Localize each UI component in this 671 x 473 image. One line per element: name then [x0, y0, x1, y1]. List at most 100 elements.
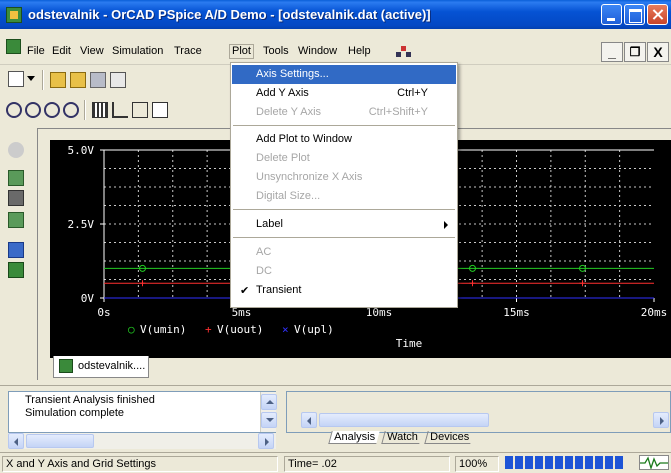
tab-devices[interactable]: Devices — [424, 431, 474, 444]
close-button[interactable] — [647, 4, 668, 25]
plot-window-icon[interactable] — [152, 102, 168, 118]
menu-dc[interactable]: DC — [232, 262, 456, 281]
menu-item-label: Delete Plot — [256, 152, 310, 164]
open-folder-icon[interactable] — [50, 72, 66, 88]
menu-delete-y-axis[interactable]: Delete Y Axis Ctrl+Shift+Y — [232, 103, 456, 122]
scroll-thumb[interactable] — [26, 434, 94, 448]
menu-simulation[interactable]: Simulation — [110, 45, 165, 58]
scroll-thumb[interactable] — [319, 413, 489, 427]
output-window[interactable]: Transient Analysis finished Simulation c… — [8, 391, 277, 433]
scroll-down-button[interactable] — [261, 412, 277, 428]
separator — [84, 100, 86, 120]
output-horizontal-scrollbar[interactable] — [8, 433, 276, 449]
progress-segment — [505, 456, 513, 469]
progress-segment — [545, 456, 553, 469]
menu-unsynchronize-x-axis[interactable]: Unsynchronize X Axis — [232, 168, 456, 187]
scroll-up-button[interactable] — [261, 394, 277, 410]
menu-axis-settings[interactable]: Axis Settings... — [232, 65, 456, 84]
zoom-fit-icon[interactable] — [63, 102, 79, 118]
progress-segment — [565, 456, 573, 469]
tab-watch[interactable]: Watch — [381, 431, 423, 444]
window-title: odstevalnik - OrCAD PSpice A/D Demo - [o… — [28, 7, 431, 22]
save-icon[interactable] — [90, 72, 106, 88]
pspice-window: odstevalnik - OrCAD PSpice A/D Demo - [o… — [0, 0, 671, 473]
menu-item-label: AC — [256, 246, 272, 258]
menu-plot[interactable]: Plot — [229, 44, 254, 59]
dropdown-arrow-icon[interactable] — [27, 76, 35, 82]
progress-segment — [605, 456, 613, 469]
separator — [42, 70, 44, 90]
menu-item-label: Unsynchronize X Axis — [256, 171, 363, 183]
mdi-minimize-button[interactable]: _ — [601, 42, 623, 62]
checkmark-icon: ✔ — [240, 285, 250, 297]
menu-separator — [233, 125, 455, 126]
print-icon[interactable] — [110, 72, 126, 88]
watch-window[interactable] — [286, 391, 671, 433]
menu-tools[interactable]: Tools — [261, 45, 291, 58]
menu-bar: File Edit View Simulation Trace Plot Too… — [0, 29, 671, 65]
progress-segment — [525, 456, 533, 469]
menu-item-label: Transient — [256, 284, 302, 296]
status-message: X and Y Axis and Grid Settings — [2, 456, 278, 472]
submenu-arrow-icon — [444, 221, 448, 229]
mdi-close-button[interactable]: X — [647, 42, 669, 62]
scroll-right-button[interactable] — [653, 412, 669, 428]
menu-item-label: Add Plot to Window — [256, 133, 352, 145]
trace-icon[interactable] — [8, 212, 24, 228]
menu-add-y-axis[interactable]: Add Y Axis Ctrl+Y — [232, 84, 456, 103]
menu-help[interactable]: Help — [346, 45, 373, 58]
output-vertical-scrollbar[interactable] — [260, 392, 277, 432]
menu-label[interactable]: Label — [232, 215, 456, 234]
document-icon[interactable] — [6, 39, 21, 54]
progress-segment — [615, 456, 623, 469]
open-folder-icon-2[interactable] — [70, 72, 86, 88]
zoom-area-icon[interactable] — [44, 102, 60, 118]
mdi-restore-button[interactable]: ❐ — [624, 42, 646, 62]
menu-transient[interactable]: ✔ Transient — [232, 281, 456, 300]
document-tab[interactable]: odstevalnik.... — [53, 356, 149, 378]
menu-item-shortcut: Ctrl+Y — [397, 87, 428, 99]
zoom-in-icon[interactable] — [6, 102, 22, 118]
title-bar[interactable]: odstevalnik - OrCAD PSpice A/D Demo - [o… — [0, 0, 671, 29]
menu-file[interactable]: File — [25, 45, 47, 58]
app-icon[interactable] — [6, 7, 22, 23]
menu-digital-size[interactable]: Digital Size... — [232, 187, 456, 206]
cursor-icon[interactable] — [8, 142, 24, 158]
log-x-icon[interactable] — [92, 102, 108, 118]
eval-icon[interactable] — [8, 190, 24, 206]
fourier-icon[interactable] — [112, 102, 128, 118]
progress-segment — [575, 456, 583, 469]
performance-icon[interactable] — [132, 102, 148, 118]
add-trace-icon[interactable] — [8, 170, 24, 186]
menu-item-label: Label — [256, 218, 283, 230]
progress-segment — [555, 456, 563, 469]
menu-delete-plot[interactable]: Delete Plot — [232, 149, 456, 168]
left-toolbar — [0, 130, 30, 380]
menu-ac[interactable]: AC — [232, 243, 456, 262]
progress-segment — [515, 456, 523, 469]
new-file-icon[interactable] — [8, 71, 24, 87]
tab-label: Watch — [387, 431, 418, 443]
tab-analysis[interactable]: Analysis — [328, 431, 380, 444]
tab-label: Devices — [429, 431, 470, 443]
menu-trace[interactable]: Trace — [172, 45, 204, 58]
maximize-button[interactable] — [624, 4, 645, 25]
menu-item-label: Digital Size... — [256, 190, 321, 202]
menu-item-label: Delete Y Axis — [256, 106, 322, 118]
menu-window[interactable]: Window — [296, 45, 339, 58]
network-icon[interactable] — [396, 46, 412, 58]
scroll-left-button[interactable] — [301, 412, 317, 428]
mark-label-icon[interactable] — [8, 262, 24, 278]
status-zoom: 100% — [455, 456, 499, 472]
text-label-icon[interactable] — [8, 242, 24, 258]
plot-menu-dropdown: Axis Settings... Add Y Axis Ctrl+Y Delete… — [230, 62, 458, 308]
minimize-button[interactable] — [601, 4, 622, 25]
scroll-left-button[interactable] — [8, 433, 24, 449]
waveform-icon — [639, 455, 669, 471]
menu-edit[interactable]: Edit — [50, 45, 73, 58]
zoom-out-icon[interactable] — [25, 102, 41, 118]
menu-view[interactable]: View — [78, 45, 106, 58]
menu-item-label: Axis Settings... — [256, 68, 329, 80]
menu-add-plot-to-window[interactable]: Add Plot to Window — [232, 130, 456, 149]
scroll-right-button[interactable] — [258, 433, 274, 449]
